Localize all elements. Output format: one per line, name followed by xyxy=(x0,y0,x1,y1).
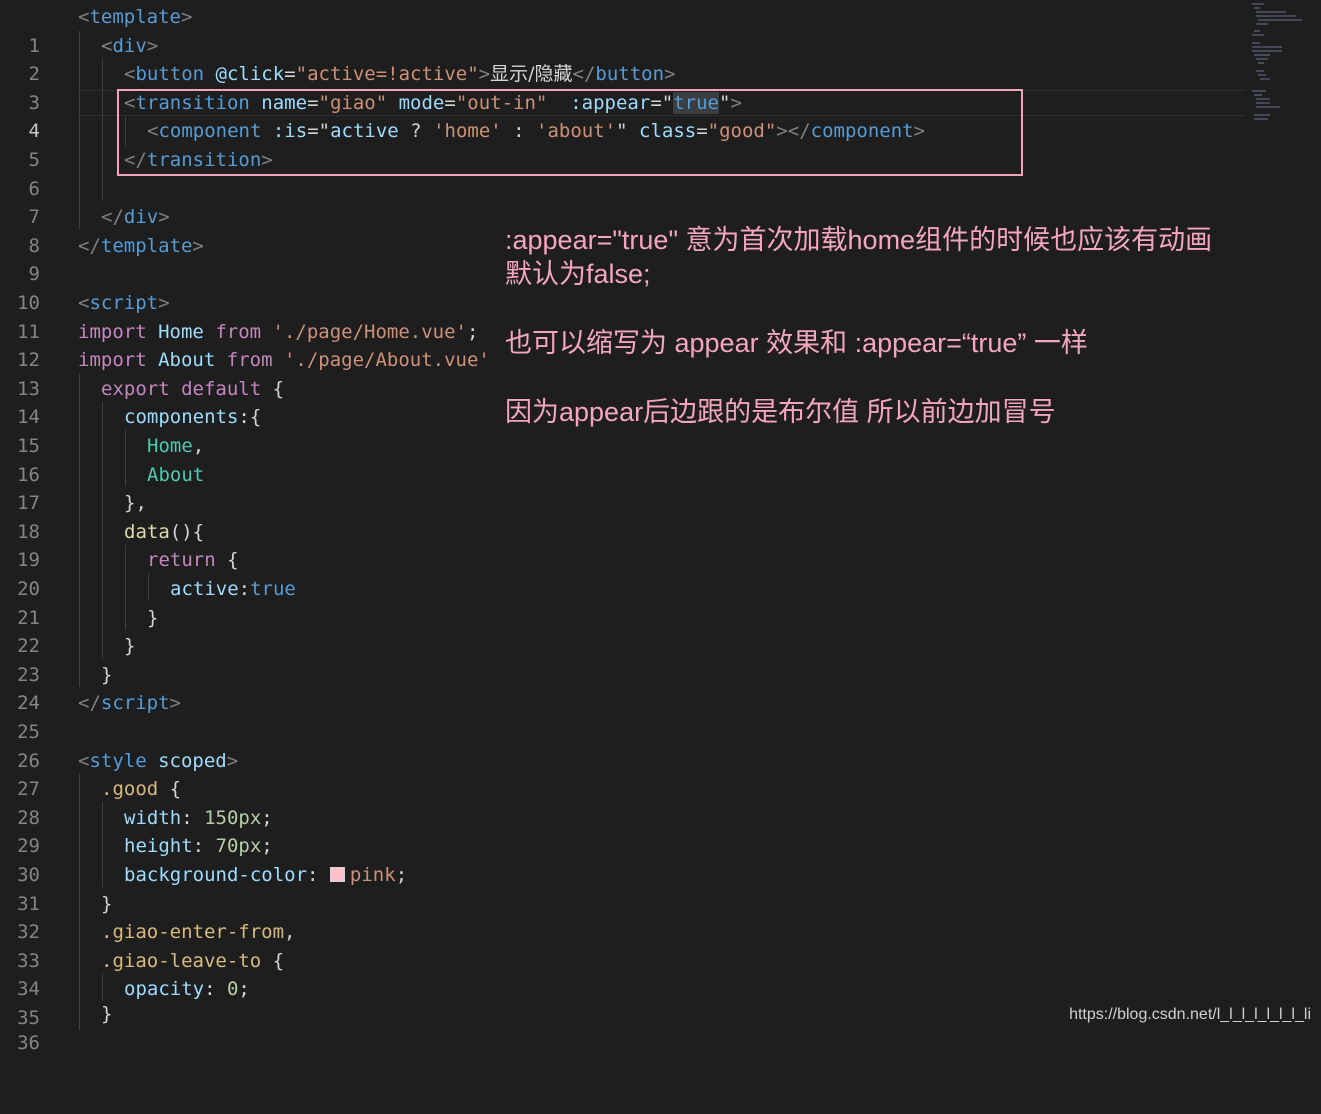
annotation-note: 默认为false; xyxy=(505,259,651,289)
code-line[interactable]: 16 Home, xyxy=(0,432,1245,486)
minimap-line xyxy=(1252,46,1282,48)
code-line[interactable]: 29 width: 150px; xyxy=(0,804,1245,858)
annotation-note: 因为appear后边跟的是布尔值 所以前边加冒号 xyxy=(505,397,1056,427)
code-line[interactable]: 3 <button @click="active=!active">显示/隐藏<… xyxy=(0,60,1245,114)
minimap-line xyxy=(1252,34,1264,36)
code-line[interactable]: 6 </transition> xyxy=(0,146,1245,200)
minimap-line xyxy=(1256,23,1268,25)
code-line[interactable]: 32 } xyxy=(0,890,1245,944)
color-swatch[interactable] xyxy=(329,867,345,882)
minimap-line xyxy=(1256,102,1270,104)
minimap-line xyxy=(1256,106,1280,108)
minimap-line xyxy=(1252,42,1260,44)
minimap[interactable] xyxy=(1248,0,1321,130)
code-line[interactable]: 27 <style scoped> xyxy=(0,747,1245,801)
code-line[interactable]: 18 }, xyxy=(0,489,1245,543)
code-line[interactable]: 26 xyxy=(0,718,1245,772)
minimap-line xyxy=(1256,58,1268,60)
code-line[interactable]: 19 data(){ xyxy=(0,518,1245,572)
code-line[interactable]: 28 .good { xyxy=(0,775,1245,829)
minimap-line xyxy=(1254,7,1260,9)
minimap-line xyxy=(1256,15,1296,17)
code-line[interactable]: 20 return { xyxy=(0,546,1245,600)
minimap-line xyxy=(1252,3,1264,5)
code-line[interactable]: 31 background-color: pink; xyxy=(0,861,1245,915)
minimap-line xyxy=(1254,118,1268,120)
minimap-line xyxy=(1252,50,1282,52)
code-line[interactable]: 30 height: 70px; xyxy=(0,832,1245,886)
minimap-line xyxy=(1256,11,1286,13)
minimap-line xyxy=(1256,98,1270,100)
minimap-line xyxy=(1258,74,1266,76)
code-line[interactable]: 2 <div> xyxy=(0,32,1245,86)
minimap-line xyxy=(1254,114,1270,116)
annotation-note: :appear="true" 意为首次加载home组件的时候也应该有动画 xyxy=(505,225,1213,255)
code-line[interactable]: 33 .giao-enter-from, xyxy=(0,918,1245,972)
minimap-line xyxy=(1254,30,1260,32)
minimap-line xyxy=(1254,94,1262,96)
code-line[interactable]: 1 <template> xyxy=(0,3,1245,57)
minimap-line xyxy=(1256,70,1264,72)
code-line[interactable]: 5 <component :is="active ? 'home' : 'abo… xyxy=(0,117,1245,171)
code-line[interactable]: 25 </script> xyxy=(0,689,1245,743)
code-line[interactable]: 17 About xyxy=(0,461,1245,515)
annotation-note: 也可以缩写为 appear 效果和 :appear=“true” 一样 xyxy=(505,328,1088,358)
code-line[interactable]: 34 .giao-leave-to { xyxy=(0,947,1245,1001)
code-line[interactable]: 24 } xyxy=(0,661,1245,715)
minimap-line xyxy=(1258,62,1264,64)
minimap-line xyxy=(1252,90,1266,92)
code-line[interactable]: 22 } xyxy=(0,604,1245,658)
code-line[interactable]: 7 xyxy=(0,175,1245,228)
code-line[interactable]: 11 <script> xyxy=(0,289,1245,343)
line-number: 36 xyxy=(17,1031,40,1054)
code-line[interactable]: 23 } xyxy=(0,632,1245,686)
minimap-line xyxy=(1254,54,1270,56)
watermark: https://blog.csdn.net/l_l_l_l_l_l_l_li xyxy=(1069,1006,1311,1023)
selected-word: true xyxy=(673,91,719,114)
minimap-line xyxy=(1258,19,1302,21)
code-line-current[interactable]: 4 <transition name="giao" mode="out-in" … xyxy=(0,89,1245,142)
minimap-line xyxy=(1260,78,1270,80)
code-line[interactable]: 21 active:true xyxy=(0,575,1245,629)
code-line[interactable]: 36 } xyxy=(0,1000,1245,1054)
code-editor[interactable]: 1 <template> 2 <div> 3 <button @click="a… xyxy=(0,0,1321,1054)
